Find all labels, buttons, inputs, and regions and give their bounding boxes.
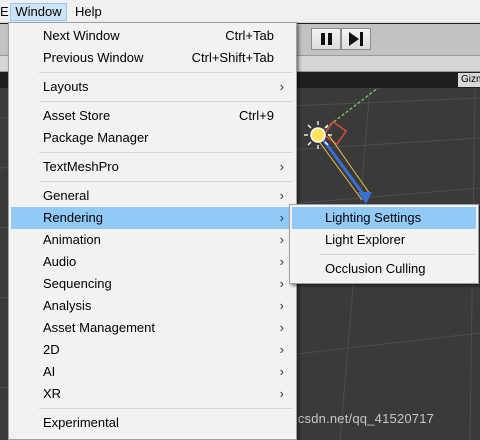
- menu-item-lighting-settings[interactable]: Lighting Settings: [292, 207, 476, 229]
- menu-item-rendering[interactable]: Rendering ›: [11, 207, 294, 229]
- chevron-right-icon: ›: [279, 364, 284, 379]
- chevron-right-icon: ›: [279, 276, 284, 291]
- menu-item-previous-window[interactable]: Previous Window Ctrl+Shift+Tab: [11, 47, 294, 69]
- menu-item-2d[interactable]: 2D ›: [11, 339, 294, 361]
- menu-window[interactable]: Window: [10, 3, 67, 21]
- shortcut-label: Ctrl+Shift+Tab: [191, 50, 274, 65]
- menu-separator: [39, 101, 293, 102]
- menu-item-sequencing[interactable]: Sequencing ›: [11, 273, 294, 295]
- menu-separator: [320, 254, 475, 255]
- pause-button[interactable]: [311, 28, 341, 50]
- shortcut-label: Ctrl+Tab: [225, 28, 274, 43]
- chevron-right-icon: ›: [279, 210, 284, 225]
- directional-light-gizmo[interactable]: [304, 88, 379, 204]
- chevron-right-icon: ›: [279, 386, 284, 401]
- menu-item-xr[interactable]: XR ›: [11, 383, 294, 405]
- chevron-right-icon: ›: [279, 320, 284, 335]
- shortcut-label: Ctrl+9: [238, 108, 274, 123]
- pause-icon: [320, 33, 332, 45]
- chevron-right-icon: ›: [279, 342, 284, 357]
- menu-separator: [39, 72, 293, 73]
- chevron-right-icon: ›: [279, 254, 284, 269]
- window-menu: Next Window Ctrl+Tab Previous Window Ctrl+…: [8, 22, 297, 440]
- menu-bar: E Window Help: [0, 0, 480, 23]
- chevron-right-icon: ›: [279, 232, 284, 247]
- menu-separator: [39, 408, 293, 409]
- menu-item-animation[interactable]: Animation ›: [11, 229, 294, 251]
- gizmos-dropdown[interactable]: Gizm: [458, 73, 480, 87]
- menu-item-light-explorer[interactable]: Light Explorer: [292, 229, 476, 251]
- menu-item-next-window[interactable]: Next Window Ctrl+Tab: [11, 25, 294, 47]
- chevron-right-icon: ›: [279, 159, 284, 174]
- chevron-right-icon: ›: [279, 79, 284, 94]
- menu-item-analysis[interactable]: Analysis ›: [11, 295, 294, 317]
- menu-separator: [39, 181, 293, 182]
- menu-item-package-manager[interactable]: Package Manager: [11, 127, 294, 149]
- menu-item-asset-management[interactable]: Asset Management ›: [11, 317, 294, 339]
- menu-item-ai[interactable]: AI ›: [11, 361, 294, 383]
- step-icon: [349, 32, 363, 46]
- menu-item-textmeshpro[interactable]: TextMeshPro ›: [11, 156, 294, 178]
- rendering-submenu: Lighting Settings Light Explorer Occlusi…: [289, 204, 479, 284]
- menu-item-general[interactable]: General ›: [11, 185, 294, 207]
- step-button[interactable]: [341, 28, 371, 50]
- menu-item-asset-store[interactable]: Asset Store Ctrl+9: [11, 105, 294, 127]
- menu-item-layouts[interactable]: Layouts ›: [11, 76, 294, 98]
- chevron-right-icon: ›: [279, 188, 284, 203]
- menu-item-occlusion-culling[interactable]: Occlusion Culling: [292, 258, 476, 280]
- menu-help[interactable]: Help: [71, 3, 106, 21]
- menu-separator: [39, 152, 293, 153]
- menu-item-experimental[interactable]: Experimental: [11, 412, 294, 434]
- menu-item-audio[interactable]: Audio ›: [11, 251, 294, 273]
- chevron-right-icon: ›: [279, 298, 284, 313]
